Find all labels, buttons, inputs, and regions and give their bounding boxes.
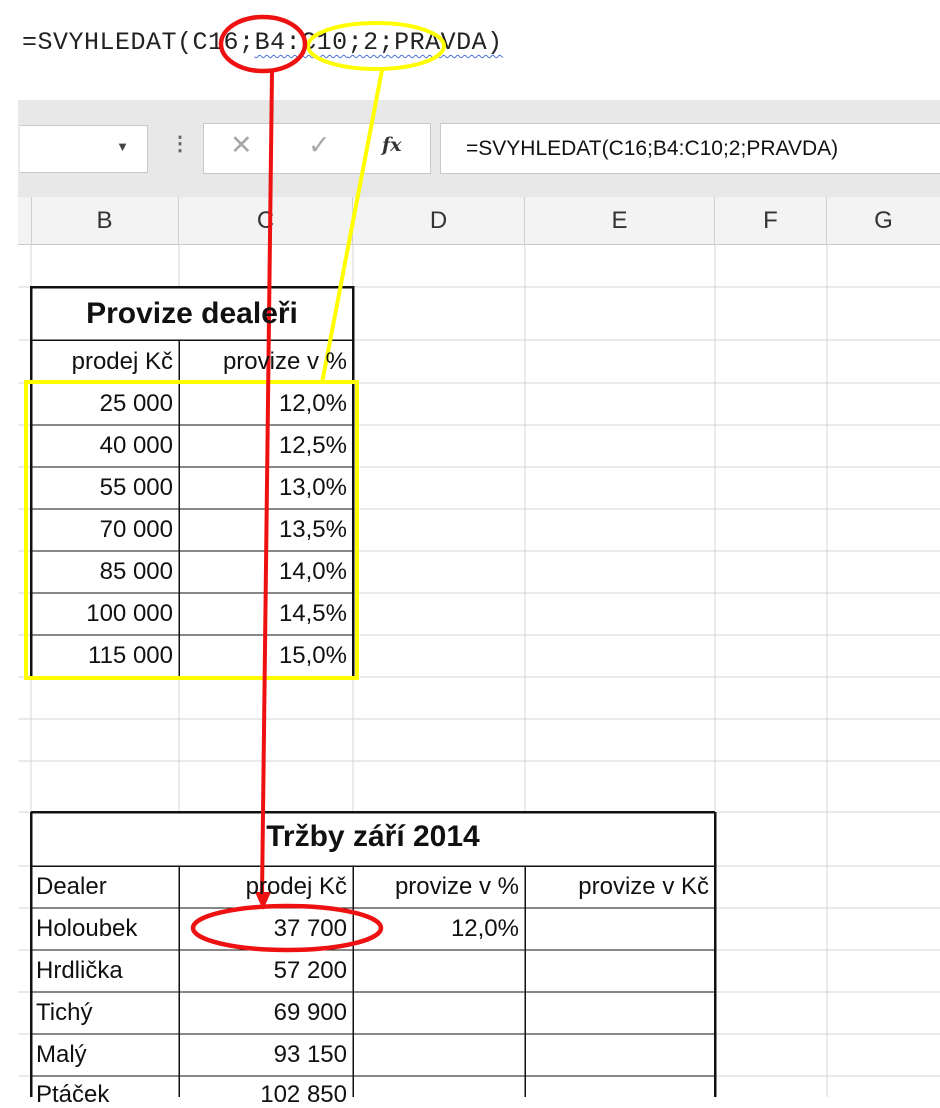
lookup-percent-cell[interactable]: 13,0% bbox=[181, 476, 347, 500]
lookup-sales-cell[interactable]: 55 000 bbox=[33, 476, 173, 500]
lookup-header-percent: provize v % bbox=[222, 348, 347, 375]
sales-percent-cell[interactable]: 12,0% bbox=[355, 917, 519, 941]
lookup-percent-cell[interactable]: 12,5% bbox=[181, 434, 347, 458]
sales-amount-cell[interactable]: 69 900 bbox=[181, 1001, 347, 1025]
lookup-sales-cell[interactable]: 100 000 bbox=[33, 602, 173, 626]
sales-header-commission: provize v Kč bbox=[578, 873, 709, 900]
sales-amount-cell[interactable]: 93 150 bbox=[181, 1043, 347, 1067]
lookup-percent-cell[interactable]: 15,0% bbox=[181, 644, 347, 668]
sales-dealer-cell[interactable]: Holoubek bbox=[36, 917, 176, 941]
sales-dealer-cell[interactable]: Malý bbox=[36, 1043, 176, 1067]
sales-header-percent: provize v % bbox=[394, 873, 519, 900]
sales-amount-cell[interactable]: 57 200 bbox=[181, 959, 347, 983]
lookup-percent-cell[interactable]: 13,5% bbox=[181, 518, 347, 542]
lookup-percent-cell[interactable]: 14,0% bbox=[181, 560, 347, 584]
lookup-sales-cell[interactable]: 40 000 bbox=[33, 434, 173, 458]
sales-dealer-cell[interactable]: Hrdlička bbox=[36, 959, 176, 983]
lookup-percent-cell[interactable]: 14,5% bbox=[181, 602, 347, 626]
sales-header-amount: prodej Kč bbox=[245, 873, 347, 900]
lookup-table-title: Provize dealeři bbox=[86, 297, 298, 330]
sales-amount-cell[interactable]: 37 700 bbox=[181, 917, 347, 941]
sales-dealer-cell[interactable]: Tichý bbox=[36, 1001, 176, 1025]
sales-header-dealer: Dealer bbox=[36, 873, 107, 900]
sales-table-title: Tržby září 2014 bbox=[266, 820, 480, 853]
lookup-percent-cell[interactable]: 12,0% bbox=[181, 392, 347, 416]
sales-amount-cell[interactable]: 102 850 bbox=[181, 1083, 347, 1107]
sales-dealer-cell[interactable]: Ptáček bbox=[36, 1083, 176, 1107]
lookup-header-sales: prodej Kč bbox=[71, 348, 173, 375]
lookup-sales-cell[interactable]: 115 000 bbox=[33, 644, 173, 668]
lookup-sales-cell[interactable]: 85 000 bbox=[33, 560, 173, 584]
lookup-sales-cell[interactable]: 25 000 bbox=[33, 392, 173, 416]
lookup-sales-cell[interactable]: 70 000 bbox=[33, 518, 173, 542]
